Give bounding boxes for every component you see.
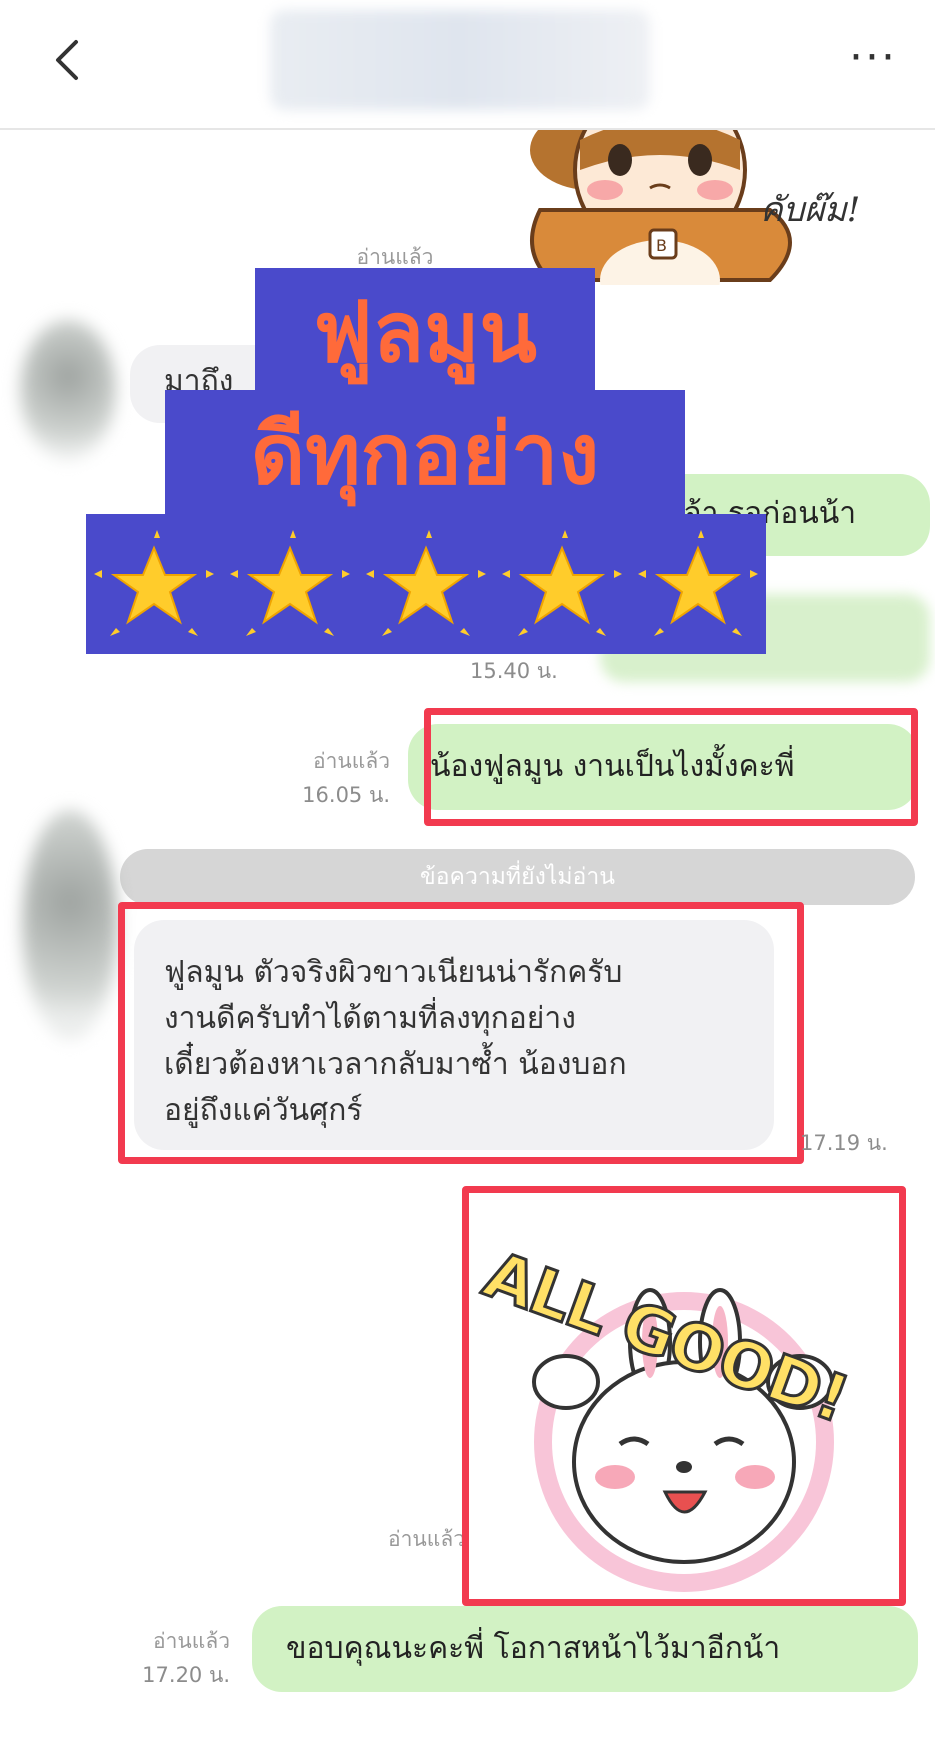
- read-label: อ่านแล้ว: [388, 1527, 465, 1551]
- promo-subtitle: ดีทุกอย่าง: [250, 405, 600, 503]
- message-text: ขอบคุณนะคะพี่ โอกาสหน้าไว้มาอีกน้า: [286, 1631, 781, 1666]
- highlight-frame: [462, 1186, 906, 1606]
- unread-divider: ข้อความที่ยังไม่อ่าน: [120, 849, 915, 905]
- highlight-frame: [424, 708, 918, 826]
- promo-title: ฟูลมูน: [313, 283, 537, 381]
- outgoing-message: ขอบคุณนะคะพี่ โอกาสหน้าไว้มาอีกน้า: [252, 1606, 918, 1692]
- chat-title-blurred: [270, 10, 650, 110]
- chat-header: ···: [0, 0, 935, 130]
- read-label: อ่านแล้ว: [153, 1629, 230, 1653]
- sparkle-star-icon: [230, 530, 350, 640]
- back-button[interactable]: [40, 30, 100, 90]
- message-time: 17.20 น.: [142, 1663, 230, 1687]
- message-time: 17.19 น.: [800, 1131, 888, 1155]
- read-label: อ่านแล้ว: [313, 749, 390, 773]
- message-time: 16.05 น.: [302, 783, 390, 807]
- more-dots-icon[interactable]: ···: [849, 36, 897, 80]
- avatar[interactable]: [20, 320, 116, 460]
- highlight-frame: [118, 902, 804, 1164]
- sparkle-star-icon: [638, 530, 758, 640]
- sparkle-star-icon: [366, 530, 486, 640]
- sparkle-star-icon: [94, 530, 214, 640]
- sticker-caption: คับผ๊ม!: [760, 190, 861, 230]
- avatar[interactable]: [22, 810, 118, 1040]
- chevron-left-icon: [56, 40, 78, 80]
- sparkle-star-icon: [502, 530, 622, 640]
- svg-text:B: B: [656, 236, 667, 255]
- rating-stars: [86, 530, 766, 640]
- message-time: 15.40 น.: [470, 659, 558, 683]
- read-label: อ่านแล้ว: [356, 245, 434, 269]
